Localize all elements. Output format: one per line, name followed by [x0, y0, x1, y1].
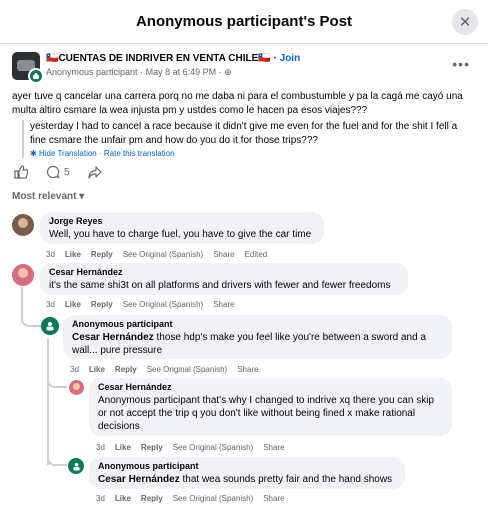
share-link[interactable]: Share [237, 365, 258, 374]
close-icon[interactable]: ✕ [452, 9, 478, 35]
like-link[interactable]: Like [89, 365, 105, 374]
comment-author[interactable]: Anonymous participant [98, 461, 396, 471]
post-author[interactable]: Anonymous participant [46, 67, 138, 77]
post-header: 🇨🇱CUENTAS DE INDRIVER EN VENTA CHILE🇨🇱 ·… [12, 52, 476, 86]
thread-line [21, 300, 41, 327]
comment-time[interactable]: 3d [96, 494, 105, 503]
see-original-link[interactable]: See Original (Spanish) [123, 300, 203, 309]
thread-line [47, 339, 49, 465]
mention-link[interactable]: Cesar Hernández [98, 474, 180, 485]
group-name[interactable]: 🇨🇱CUENTAS DE INDRIVER EN VENTA CHILE🇨🇱 ·… [46, 53, 300, 64]
post-actions: 5 [14, 163, 102, 181]
separator-dot: · [273, 53, 277, 64]
comment-time[interactable]: 3d [46, 300, 55, 309]
dialog-header: Anonymous participant's Post ✕ [0, 0, 488, 44]
translation-block: yesterday I had to cancel a race because… [22, 120, 476, 158]
translation-text: yesterday I had to cancel a race because… [30, 121, 458, 146]
join-link[interactable]: Join [280, 53, 301, 64]
translate-icon: ✱ [30, 149, 37, 158]
comment-button[interactable]: 5 [46, 165, 70, 179]
see-original-link[interactable]: See Original (Spanish) [173, 443, 253, 452]
globe-icon: ⊕ [224, 67, 232, 77]
see-original-link[interactable]: See Original (Spanish) [173, 494, 253, 503]
comment-actions: 3d Like Reply See Original (Spanish) Sha… [96, 443, 285, 452]
comment-actions: 3d Like Reply See Original (Spanish) Sha… [46, 300, 235, 309]
comment-author[interactable]: Jorge Reyes [49, 216, 315, 226]
share-link[interactable]: Share [263, 443, 284, 452]
like-link[interactable]: Like [115, 443, 131, 452]
reply-link[interactable]: Reply [141, 443, 163, 452]
post-text: ayer tuve q cancelar una carrera porq no… [12, 91, 463, 116]
comment-actions: 3d Like Reply See Original (Spanish) Sha… [96, 494, 285, 503]
post-meta: Anonymous participant · May 8 at 6:49 PM… [46, 67, 232, 77]
comment-text: Well, you have to charge fuel, you have … [49, 229, 312, 240]
comment-time[interactable]: 3d [46, 250, 55, 259]
like-link[interactable]: Like [115, 494, 131, 503]
reply-link[interactable]: Reply [141, 494, 163, 503]
comment-author[interactable]: Anonymous participant [72, 319, 443, 329]
share-link[interactable]: Share [213, 250, 234, 259]
anonymous-avatar-icon[interactable] [68, 458, 84, 474]
see-original-link[interactable]: See Original (Spanish) [147, 365, 227, 374]
post-dialog: Anonymous participant's Post ✕ 🇨🇱CUENTAS… [0, 0, 488, 512]
comment-actions: 3d Like Reply See Original (Spanish) Sha… [70, 365, 259, 374]
comment-bubble: Jorge Reyes Well, you have to charge fue… [40, 212, 324, 244]
comment-actions: 3d Like Reply See Original (Spanish) Sha… [46, 250, 267, 259]
anonymous-avatar-icon [28, 68, 44, 84]
share-icon [87, 166, 102, 179]
hide-translation-link[interactable]: Hide Translation [39, 149, 97, 158]
comment-filter-label[interactable]: Most relevant [12, 191, 76, 202]
comment-time[interactable]: 3d [70, 365, 79, 374]
rate-translation-link[interactable]: Rate this translation [104, 149, 175, 158]
share-link[interactable]: Share [263, 494, 284, 503]
reply-link[interactable]: Reply [115, 365, 137, 374]
mention-link[interactable]: Cesar Hernández [72, 332, 154, 343]
like-button[interactable] [14, 165, 28, 179]
comment-text: Cesar Hernández those hdp's make you fee… [72, 332, 427, 356]
post-date[interactable]: May 8 at 6:49 PM [146, 67, 217, 77]
avatar[interactable] [69, 380, 84, 395]
avatar[interactable] [12, 214, 34, 236]
see-original-link[interactable]: See Original (Spanish) [123, 250, 203, 259]
avatar[interactable] [12, 264, 34, 286]
comment-text: it's the same shi3t on all platforms and… [49, 280, 391, 291]
thread-line [47, 450, 67, 466]
more-options-icon[interactable]: ••• [452, 56, 470, 72]
comment-filter[interactable]: Most relevant ▾ [12, 191, 84, 202]
comment-time[interactable]: 3d [96, 443, 105, 452]
comment-bubble: Anonymous participant Cesar Hernández th… [89, 457, 405, 489]
translation-links: ✱ Hide Translation · Rate this translati… [30, 149, 175, 158]
comment-bubble: Cesar Hernández it's the same shi3t on a… [40, 263, 408, 295]
comment-author[interactable]: Cesar Hernández [49, 267, 399, 277]
comment-author[interactable]: Cesar Hernández [98, 382, 443, 392]
chevron-down-icon[interactable]: ▾ [79, 191, 84, 202]
comment-bubble: Anonymous participant Cesar Hernández th… [63, 315, 452, 359]
like-link[interactable]: Like [65, 300, 81, 309]
comment-icon [46, 165, 60, 179]
thumbs-up-icon [14, 165, 28, 179]
reply-link[interactable]: Reply [91, 250, 113, 259]
group-name-text[interactable]: 🇨🇱CUENTAS DE INDRIVER EN VENTA CHILE🇨🇱 [46, 53, 271, 64]
comment-count: 5 [64, 166, 70, 178]
share-link[interactable]: Share [213, 300, 234, 309]
dialog-title: Anonymous participant's Post [135, 13, 353, 30]
like-link[interactable]: Like [65, 250, 81, 259]
edited-label: Edited [244, 250, 268, 259]
reply-link[interactable]: Reply [91, 300, 113, 309]
anonymous-avatar-icon[interactable] [41, 317, 59, 335]
comment-text: Anonymous participant that's why I chang… [98, 395, 434, 432]
comment-text: Cesar Hernández that wea sounds pretty f… [98, 474, 393, 485]
thread-line [47, 372, 67, 388]
share-button[interactable] [87, 165, 102, 179]
comment-bubble: Cesar Hernández Anonymous participant th… [89, 378, 452, 436]
